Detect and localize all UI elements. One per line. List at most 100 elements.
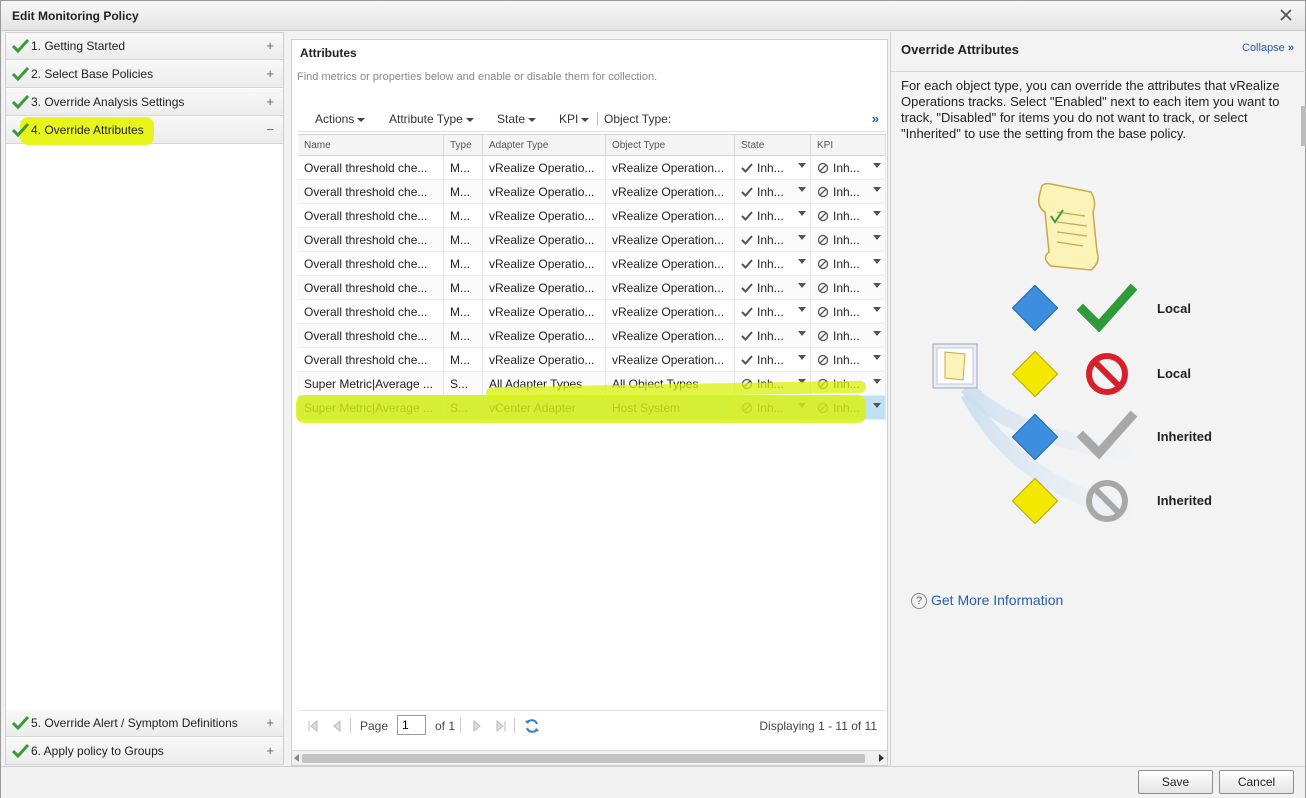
table-row[interactable]: Overall threshold che... M... vRealize Ope… [298, 204, 886, 228]
table-row[interactable]: Overall threshold che... M... vRealize Ope… [298, 276, 886, 300]
save-button[interactable]: Save [1138, 770, 1213, 794]
chevron-down-icon[interactable] [873, 235, 881, 240]
disabled-icon [817, 258, 829, 270]
state-filter[interactable]: State [497, 112, 537, 126]
expand-icon[interactable]: + [266, 66, 274, 81]
chevron-down-icon[interactable] [798, 259, 806, 264]
table-cell-state[interactable]: Inh... [735, 372, 811, 395]
chevron-down-icon[interactable] [873, 211, 881, 216]
expand-toolbar-icon[interactable]: » [872, 111, 879, 126]
table-row[interactable]: Overall threshold che... M... vRealize Ope… [298, 180, 886, 204]
chevron-down-icon[interactable] [798, 283, 806, 288]
table-row[interactable]: Overall threshold che... M... vRealize Ope… [298, 348, 886, 372]
table-row[interactable]: Overall threshold che... M... vRealize Ope… [298, 252, 886, 276]
previous-page-icon[interactable] [330, 719, 344, 733]
cancel-button[interactable]: Cancel [1219, 770, 1294, 794]
table-row[interactable]: Overall threshold che... M... vRealize Ope… [298, 300, 886, 324]
table-cell-state[interactable]: Inh... [735, 276, 811, 299]
chevron-down-icon[interactable] [873, 355, 881, 360]
scroll-left-icon[interactable] [294, 754, 299, 762]
table-cell-kpi[interactable]: Inh... [811, 372, 886, 395]
check-icon [12, 716, 29, 730]
chevron-down-icon[interactable] [798, 355, 806, 360]
expand-icon[interactable]: + [266, 743, 274, 758]
scrollbar-thumb[interactable] [302, 754, 865, 763]
table-cell-state[interactable]: Inh... [735, 324, 811, 347]
chevron-down-icon[interactable] [873, 283, 881, 288]
table-cell-state[interactable]: Inh... [735, 156, 811, 179]
chevron-down-icon[interactable] [873, 259, 881, 264]
table-cell-kpi[interactable]: Inh... [811, 180, 886, 203]
table-cell-kpi[interactable]: Inh... [811, 228, 886, 251]
column-header-type[interactable]: Type [444, 135, 483, 156]
chevron-down-icon[interactable] [873, 163, 881, 168]
chevron-down-icon[interactable] [798, 379, 806, 384]
table-cell-state[interactable]: Inh... [735, 228, 811, 251]
page-number-input[interactable] [397, 715, 426, 735]
collapse-button[interactable]: Collapse » [1242, 42, 1294, 54]
table-cell-state[interactable]: Inh... [735, 396, 811, 419]
chevron-down-icon[interactable] [873, 187, 881, 192]
chevron-down-icon[interactable] [798, 163, 806, 168]
table-row[interactable]: Overall threshold che... M... vRealize Ope… [298, 156, 886, 180]
table-row[interactable]: Overall threshold che... M... vRealize Ope… [298, 228, 886, 252]
kpi-value: Inh... [833, 209, 860, 223]
pager-divider [460, 718, 461, 733]
table-cell-state[interactable]: Inh... [735, 252, 811, 275]
table-cell-kpi[interactable]: Inh... [811, 324, 886, 347]
kpi-filter[interactable]: KPI [559, 112, 590, 126]
table-cell-state[interactable]: Inh... [735, 300, 811, 323]
last-page-icon[interactable] [494, 719, 508, 733]
next-page-icon[interactable] [470, 719, 484, 733]
first-page-icon[interactable] [306, 719, 320, 733]
column-header-object-type[interactable]: Object Type [606, 135, 735, 156]
table-cell-adapter: vRealize Operatio... [483, 156, 606, 179]
expand-icon[interactable]: + [266, 94, 274, 109]
wizard-step-apply-policy-to-groups[interactable]: 6. Apply policy to Groups + [6, 738, 283, 765]
wizard-step-override-alert-symptom-definitions[interactable]: 5. Override Alert / Symptom Definitions … [6, 710, 283, 737]
table-row[interactable]: Super Metric|Average ... S... vCenter Adap… [298, 396, 886, 420]
column-header-adapter-type[interactable]: Adapter Type [483, 135, 606, 156]
table-cell-name: Overall threshold che... [298, 276, 444, 299]
table-row[interactable]: Overall threshold che... M... vRealize Ope… [298, 324, 886, 348]
horizontal-scrollbar[interactable] [292, 750, 887, 765]
column-header-name[interactable]: Name [298, 135, 444, 156]
get-more-information-link[interactable]: ? Get More Information [911, 592, 1063, 609]
chevron-down-icon[interactable] [873, 307, 881, 312]
wizard-step-getting-started[interactable]: 1. Getting Started + [6, 33, 283, 60]
scroll-right-icon[interactable] [879, 754, 884, 762]
table-cell-kpi[interactable]: Inh... [811, 276, 886, 299]
wizard-step-select-base-policies[interactable]: 2. Select Base Policies + [6, 61, 283, 88]
refresh-icon[interactable] [524, 718, 540, 734]
chevron-down-icon[interactable] [798, 235, 806, 240]
close-icon[interactable] [1277, 6, 1295, 24]
chevron-down-icon[interactable] [873, 379, 881, 384]
column-header-state[interactable]: State [735, 135, 811, 156]
table-cell-kpi[interactable]: Inh... [811, 156, 886, 179]
column-header-kpi[interactable]: KPI [811, 135, 886, 156]
expand-icon[interactable]: + [266, 38, 274, 53]
table-cell-state[interactable]: Inh... [735, 180, 811, 203]
collapse-icon[interactable]: − [266, 122, 274, 137]
object-type-filter[interactable]: Object Type: [604, 112, 671, 126]
wizard-step-override-attributes[interactable]: 4. Override Attributes − [6, 117, 283, 145]
table-cell-kpi[interactable]: Inh... [811, 300, 886, 323]
table-cell-kpi[interactable]: Inh... [811, 396, 886, 419]
table-cell-kpi[interactable]: Inh... [811, 204, 886, 227]
chevron-down-icon[interactable] [798, 331, 806, 336]
expand-icon[interactable]: + [266, 715, 274, 730]
wizard-step-override-analysis-settings[interactable]: 3. Override Analysis Settings + [6, 89, 283, 116]
table-row[interactable]: Super Metric|Average ... S... All Adapter … [298, 372, 886, 396]
attribute-type-filter[interactable]: Attribute Type [389, 112, 474, 126]
table-cell-state[interactable]: Inh... [735, 204, 811, 227]
chevron-down-icon[interactable] [798, 211, 806, 216]
chevron-down-icon[interactable] [798, 403, 806, 408]
actions-menu[interactable]: Actions [315, 112, 366, 126]
chevron-down-icon[interactable] [873, 403, 881, 408]
chevron-down-icon[interactable] [798, 307, 806, 312]
chevron-down-icon[interactable] [873, 331, 881, 336]
table-cell-state[interactable]: Inh... [735, 348, 811, 371]
table-cell-kpi[interactable]: Inh... [811, 252, 886, 275]
chevron-down-icon[interactable] [798, 187, 806, 192]
table-cell-kpi[interactable]: Inh... [811, 348, 886, 371]
